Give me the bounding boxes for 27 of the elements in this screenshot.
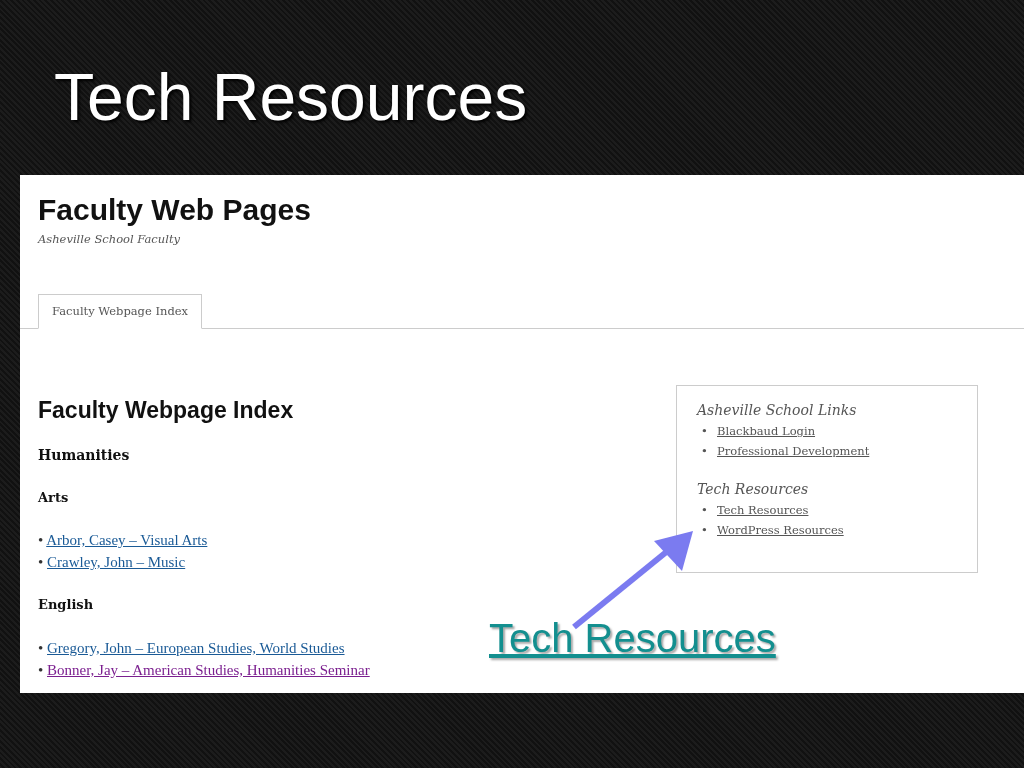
widget-title: Asheville School Links [697, 402, 858, 420]
bullet: • [38, 554, 44, 571]
bullet: • [701, 501, 709, 519]
site-title: Faculty Web Pages [37, 192, 312, 226]
site-tagline: Asheville School Faculty [36, 231, 180, 248]
bullet: • [701, 521, 709, 539]
nav-tab[interactable]: Faculty Webpage Index [38, 294, 203, 330]
widget-title: Tech Resources [697, 481, 810, 498]
bullet: • [701, 443, 709, 461]
bullet: • [38, 639, 44, 656]
page-heading: Faculty Webpage Index [38, 397, 295, 425]
slide-title: Tech Resources [53, 59, 529, 136]
sidebar-link[interactable]: WordPress Resources [717, 522, 844, 537]
subject-heading: English [38, 596, 95, 615]
callout-link[interactable]: Tech Resources [489, 616, 776, 660]
bullet: • [701, 423, 709, 441]
sidebar-link[interactable]: Professional Development [717, 444, 870, 459]
sidebar-link[interactable]: Blackbaud Login [717, 424, 816, 439]
department-heading: Humanities [38, 445, 131, 465]
faculty-link[interactable]: Crawley, John – Music [47, 554, 186, 571]
sidebar-link[interactable]: Tech Resources [717, 502, 809, 517]
subject-heading: Arts [38, 488, 70, 507]
bullet: • [38, 661, 44, 678]
bullet: • [38, 532, 44, 549]
faculty-link[interactable]: Gregory, John – European Studies, World Studies [47, 639, 345, 656]
faculty-link[interactable]: Bonner, Jay – American Studies, Humanities Seminar [47, 661, 370, 678]
faculty-link[interactable]: Arbor, Casey – Visual Arts [46, 532, 208, 549]
